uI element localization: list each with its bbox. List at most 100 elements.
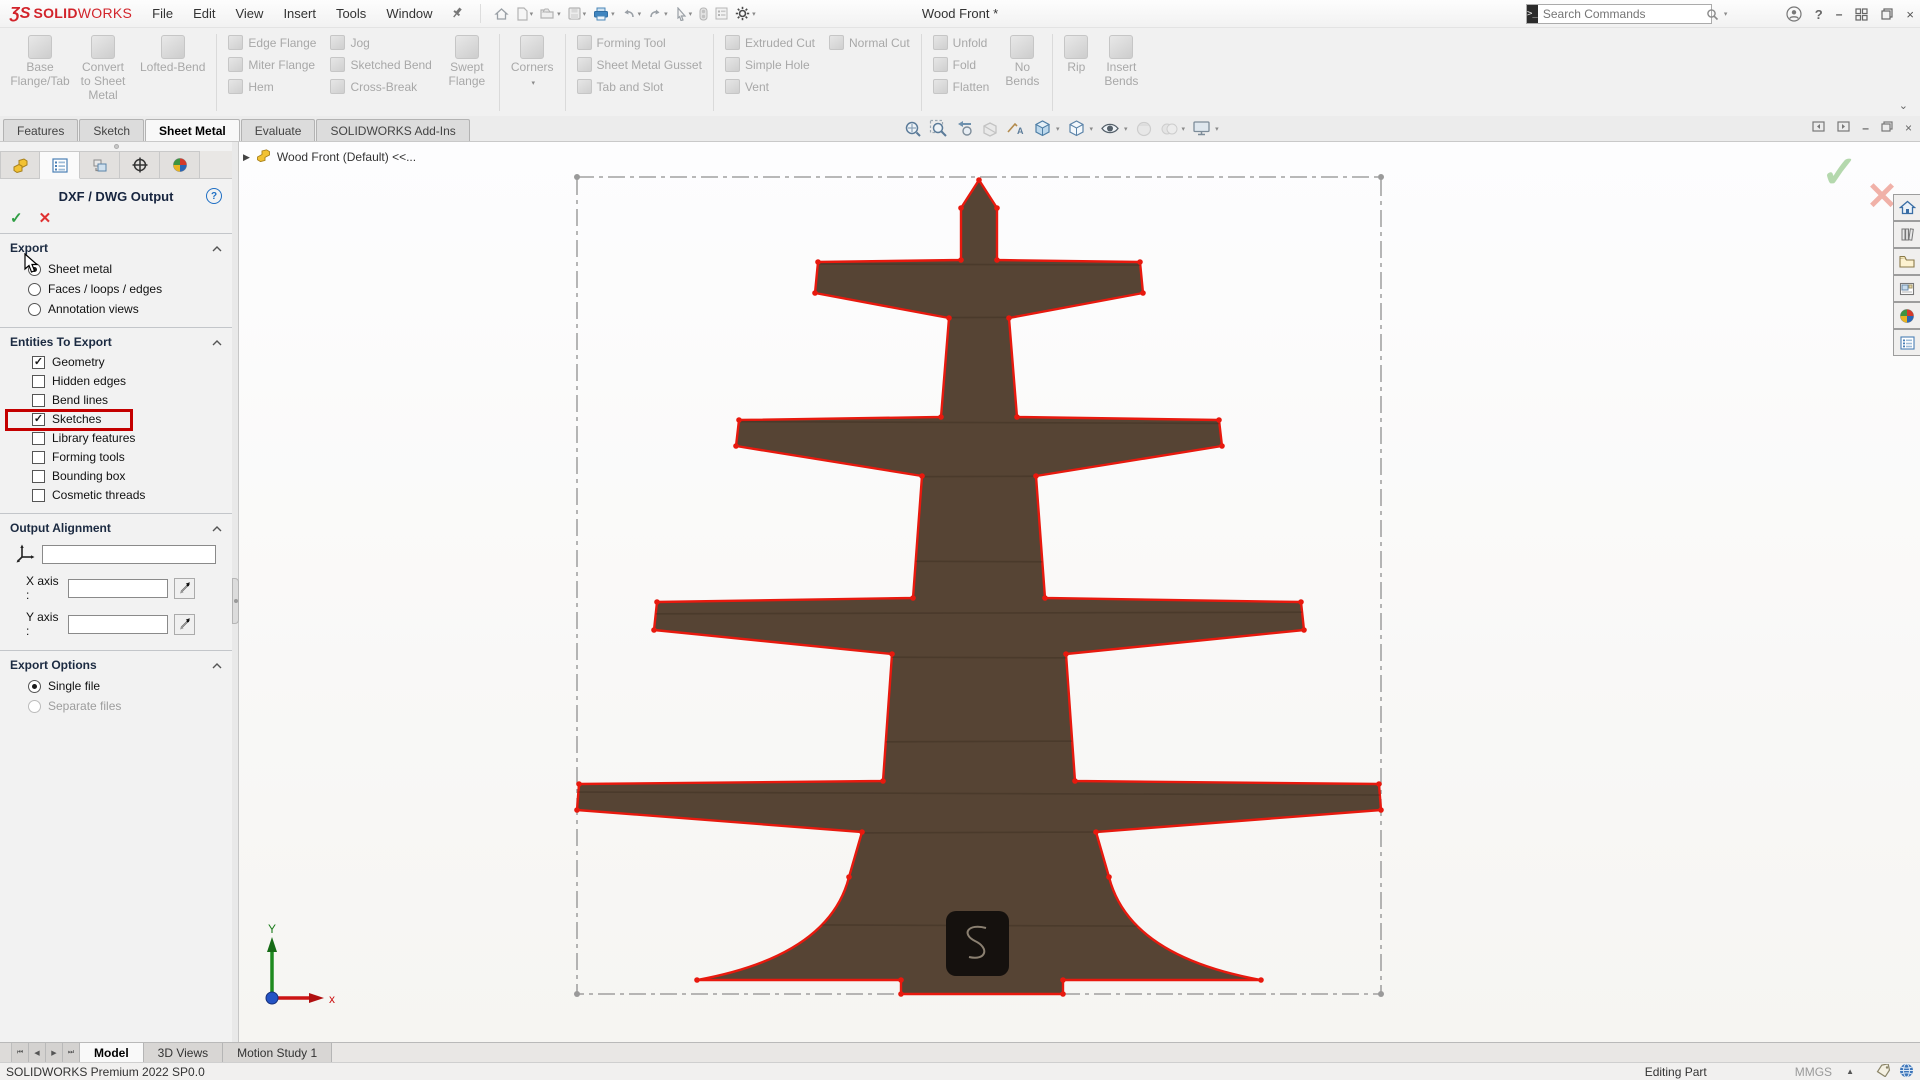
jog-button[interactable]: Jog	[325, 32, 436, 53]
view-orientation-button[interactable]: ▾	[1033, 119, 1060, 138]
y-axis-reverse-button[interactable]	[174, 614, 195, 635]
ribbon-collapse-chevron[interactable]: ⌄	[1899, 99, 1908, 112]
view-settings-caret[interactable]: ▾	[1215, 125, 1219, 133]
motion-study-tab[interactable]: Motion Study 1	[223, 1043, 332, 1062]
forming-tools-checkbox-row[interactable]: Forming tools	[8, 448, 224, 467]
edit-appearance-icon[interactable]	[1135, 120, 1153, 138]
sketched-bend-button[interactable]: Sketched Bend	[325, 54, 436, 75]
panel-splitter-grip[interactable]	[232, 578, 239, 624]
close-window-button[interactable]: ×	[1906, 7, 1914, 22]
search-box[interactable]: >_ ▾	[1526, 4, 1712, 24]
export-collapse-chevron[interactable]	[212, 241, 222, 255]
new-document-caret[interactable]: ▾	[530, 10, 534, 18]
previous-view-icon[interactable]	[955, 120, 974, 137]
select-tool-caret[interactable]: ▾	[689, 10, 693, 18]
unit-system-caret[interactable]: ▲	[1846, 1067, 1854, 1076]
corners-caret[interactable]: ▾	[531, 80, 535, 88]
x-axis-reverse-button[interactable]	[174, 578, 195, 599]
x-axis-input[interactable]	[68, 579, 168, 598]
feature-tree-root[interactable]: ▶ Wood Front (Default) <<...	[243, 149, 416, 165]
search-scope-icon[interactable]: >_	[1527, 5, 1538, 23]
tab-evaluate[interactable]: Evaluate	[241, 119, 316, 141]
next-tab-button[interactable]: ▶	[46, 1043, 63, 1062]
zoom-to-fit-icon[interactable]	[903, 119, 922, 138]
menu-view[interactable]: View	[225, 2, 273, 25]
restore-window-button[interactable]	[1881, 8, 1893, 20]
convert-to-sheet-metal-button[interactable]: Convert to Sheet Metal	[75, 32, 131, 113]
featuremanager-tab[interactable]	[0, 151, 40, 179]
tab-sketch[interactable]: Sketch	[79, 119, 144, 141]
tab-and-slot-button[interactable]: Tab and Slot	[572, 76, 707, 97]
redo-caret[interactable]: ▾	[664, 10, 668, 18]
entities-collapse-chevron[interactable]	[212, 335, 222, 349]
tab-scroll-splitter[interactable]	[0, 1043, 12, 1062]
sketches-checkbox-row[interactable]: ✓Sketches	[8, 410, 224, 429]
graphics-viewport[interactable]: ▶ Wood Front (Default) <<... ✓ ✕	[233, 142, 1920, 1042]
export-annotation-views-radio[interactable]: Annotation views	[8, 299, 224, 319]
view-settings-button[interactable]: ▾	[1192, 120, 1219, 137]
apply-scene-caret[interactable]: ▾	[1182, 125, 1186, 133]
close-document-button[interactable]: ×	[1905, 121, 1912, 135]
export-section-header[interactable]: Export	[10, 241, 48, 255]
unfold-button[interactable]: Unfold	[928, 32, 995, 53]
geometry-checkbox-row[interactable]: ✓Geometry	[8, 353, 224, 372]
insert-bends-button[interactable]: Insert Bends	[1097, 32, 1145, 113]
hide-show-items-caret[interactable]: ▾	[1124, 125, 1128, 133]
file-properties-button[interactable]	[712, 5, 731, 22]
y-axis-input[interactable]	[68, 615, 168, 634]
undo-button[interactable]: ▾	[619, 5, 645, 22]
section-view-icon[interactable]	[981, 120, 999, 138]
sheet-metal-gusset-button[interactable]: Sheet Metal Gusset	[572, 54, 707, 75]
corners-button[interactable]: Corners▾	[506, 32, 559, 113]
options-button[interactable]: ▾	[732, 4, 759, 23]
normal-cut-button[interactable]: Normal Cut	[824, 32, 915, 53]
pin-menu-icon[interactable]	[451, 6, 464, 22]
search-caret[interactable]: ▾	[1724, 10, 1732, 18]
swept-flange-button[interactable]: Swept Flange	[441, 32, 493, 113]
alignment-collapse-chevron[interactable]	[212, 521, 222, 535]
pane-collapse-left-icon[interactable]	[1812, 121, 1825, 135]
fold-button[interactable]: Fold	[928, 54, 995, 75]
model-tab[interactable]: Model	[80, 1043, 144, 1062]
options-collapse-chevron[interactable]	[212, 658, 222, 672]
user-account-icon[interactable]	[1786, 6, 1802, 22]
select-tool-button[interactable]: ▾	[672, 5, 696, 23]
menu-edit[interactable]: Edit	[183, 2, 225, 25]
lofted-bend-button[interactable]: Lofted-Bend	[135, 32, 210, 113]
separate-files-radio[interactable]: Separate files	[8, 696, 224, 716]
new-document-button[interactable]: ▾	[513, 5, 537, 23]
dimxpertmanager-tab[interactable]	[120, 151, 160, 179]
single-file-radio[interactable]: Single file	[8, 676, 224, 696]
status-globe-icon[interactable]	[1899, 1063, 1914, 1080]
display-style-caret[interactable]: ▾	[1090, 125, 1094, 133]
hide-show-annotations-icon[interactable]: A	[1006, 121, 1026, 137]
tab-sheet-metal[interactable]: Sheet Metal	[145, 119, 240, 141]
flatten-button[interactable]: Flatten	[928, 76, 995, 97]
confirm-ok-icon[interactable]: ✓	[1821, 147, 1858, 198]
zoom-to-area-icon[interactable]	[929, 119, 948, 138]
minimize-document-button[interactable]: –	[1862, 121, 1869, 135]
hem-button[interactable]: Hem	[223, 76, 321, 97]
save-caret[interactable]: ▾	[583, 10, 587, 18]
print-button[interactable]: ▾	[590, 5, 618, 23]
unit-system-label[interactable]: MMGS	[1795, 1065, 1832, 1079]
minimize-window-button[interactable]: –	[1836, 7, 1843, 21]
coordinate-system-input[interactable]	[42, 545, 216, 564]
export-sheet-metal-radio[interactable]: Sheet metal	[8, 259, 224, 279]
flat-pattern-part-face[interactable]	[577, 180, 1381, 994]
menu-tools[interactable]: Tools	[326, 2, 376, 25]
cross-break-button[interactable]: Cross-Break	[325, 76, 436, 97]
expand-tree-icon[interactable]: ▶	[243, 152, 250, 163]
tab-solidworks-add-ins[interactable]: SOLIDWORKS Add-Ins	[316, 119, 469, 141]
home-button[interactable]	[491, 5, 512, 23]
3d-views-tab[interactable]: 3D Views	[144, 1043, 223, 1062]
hidden-edges-checkbox-row[interactable]: Hidden edges	[8, 372, 224, 391]
entities-section-header[interactable]: Entities To Export	[10, 335, 112, 349]
edge-flange-button[interactable]: Edge Flange	[223, 32, 321, 53]
first-tab-button[interactable]: ⏮	[12, 1043, 29, 1062]
menu-insert[interactable]: Insert	[273, 2, 326, 25]
menu-window[interactable]: Window	[376, 2, 442, 25]
appearances-tab[interactable]	[1893, 302, 1920, 329]
feature-tree-root-label[interactable]: Wood Front (Default) <<...	[277, 150, 416, 164]
bounding-box-checkbox-row[interactable]: Bounding box	[8, 467, 224, 486]
